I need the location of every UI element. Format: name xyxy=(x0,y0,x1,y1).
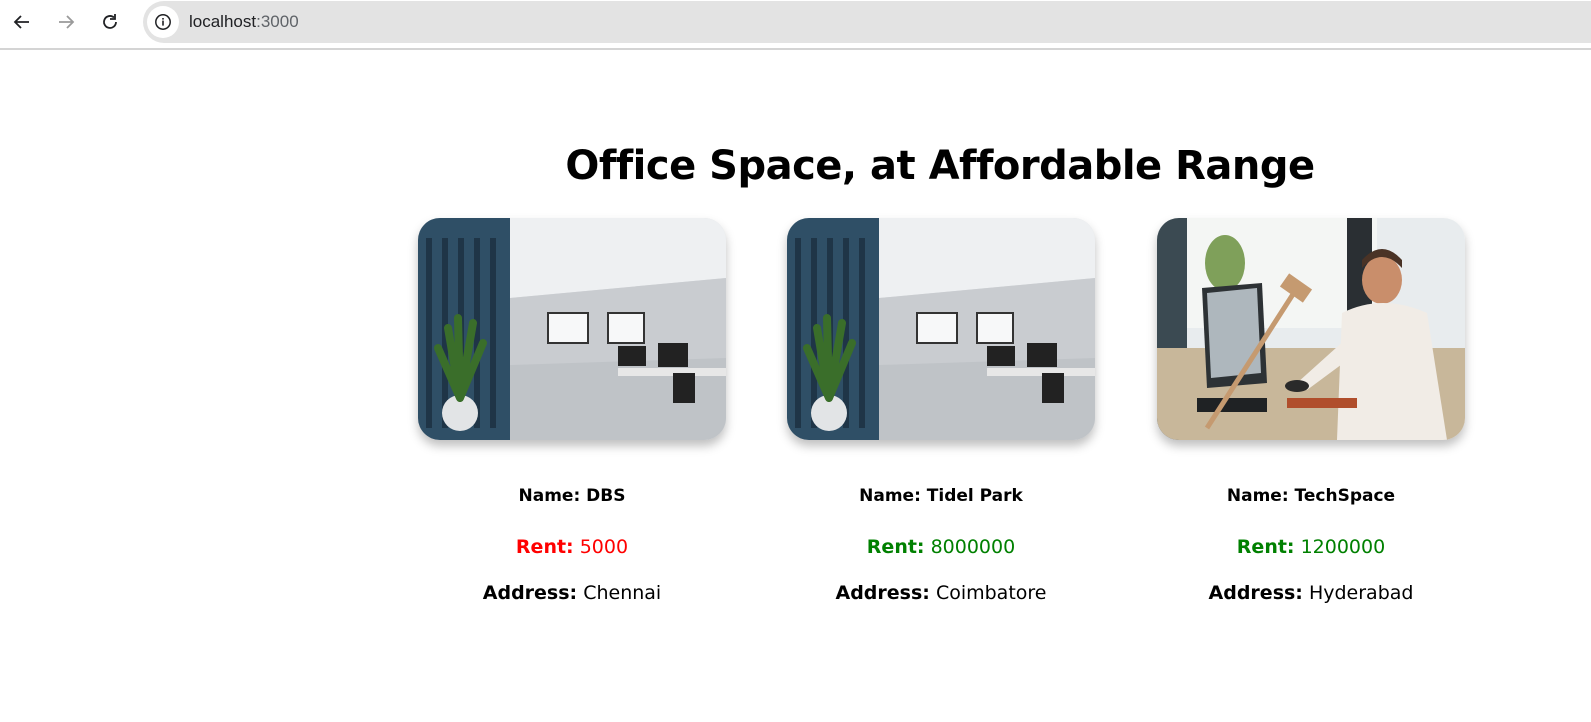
address-value: Hyderabad xyxy=(1308,582,1414,604)
forward-button[interactable] xyxy=(52,8,80,36)
browser-toolbar: localhost:3000 xyxy=(0,0,1591,50)
office-image xyxy=(787,218,1095,440)
rent-label: Rent: xyxy=(1236,536,1295,558)
office-address: Address: Hyderabad xyxy=(1157,582,1465,604)
address-label: Address: xyxy=(482,582,578,604)
arrow-left-icon xyxy=(13,15,29,29)
address-label: Address: xyxy=(835,582,930,604)
url-port: :3000 xyxy=(256,12,299,31)
office-image xyxy=(418,218,726,440)
rent-value: 8000000 xyxy=(930,536,1016,558)
office-rent: Rent: 5000 xyxy=(418,536,726,558)
office-image xyxy=(1157,218,1465,440)
arrow-right-icon xyxy=(59,15,75,29)
office-name: Name: TechSpace xyxy=(1226,486,1396,506)
address-label: Address: xyxy=(1208,582,1303,604)
office-card: Name: TechSpace Rent: 1200000 Address: H… xyxy=(1157,218,1465,604)
rent-value: 5000 xyxy=(579,536,629,558)
rent-label: Rent: xyxy=(866,536,925,558)
url-host: localhost xyxy=(189,12,257,31)
office-address: Address: Coimbatore xyxy=(787,582,1095,604)
url-text[interactable]: localhost:3000 xyxy=(189,12,299,32)
info-icon xyxy=(155,14,171,30)
office-card: Name: DBS Rent: 5000 Address: Chennai xyxy=(418,218,726,604)
office-card: Name: Tidel Park Rent: 8000000 Address: … xyxy=(787,218,1095,604)
office-address: Address: Chennai xyxy=(418,582,726,604)
page-title: Office Space, at Affordable Range xyxy=(565,143,1315,189)
office-rent: Rent: 8000000 xyxy=(787,536,1095,558)
rent-label: Rent: xyxy=(515,536,574,558)
office-name: Name: DBS xyxy=(518,486,626,506)
address-value: Chennai xyxy=(583,582,662,604)
office-rent: Rent: 1200000 xyxy=(1157,536,1465,558)
reload-icon xyxy=(103,14,117,29)
reload-button[interactable] xyxy=(96,8,124,36)
back-button[interactable] xyxy=(8,8,36,36)
address-value: Coimbatore xyxy=(935,582,1047,604)
address-bar[interactable]: localhost:3000 xyxy=(143,1,1591,43)
office-name: Name: Tidel Park xyxy=(859,486,1023,506)
site-info-button[interactable] xyxy=(147,6,179,38)
rent-value: 1200000 xyxy=(1300,536,1386,558)
